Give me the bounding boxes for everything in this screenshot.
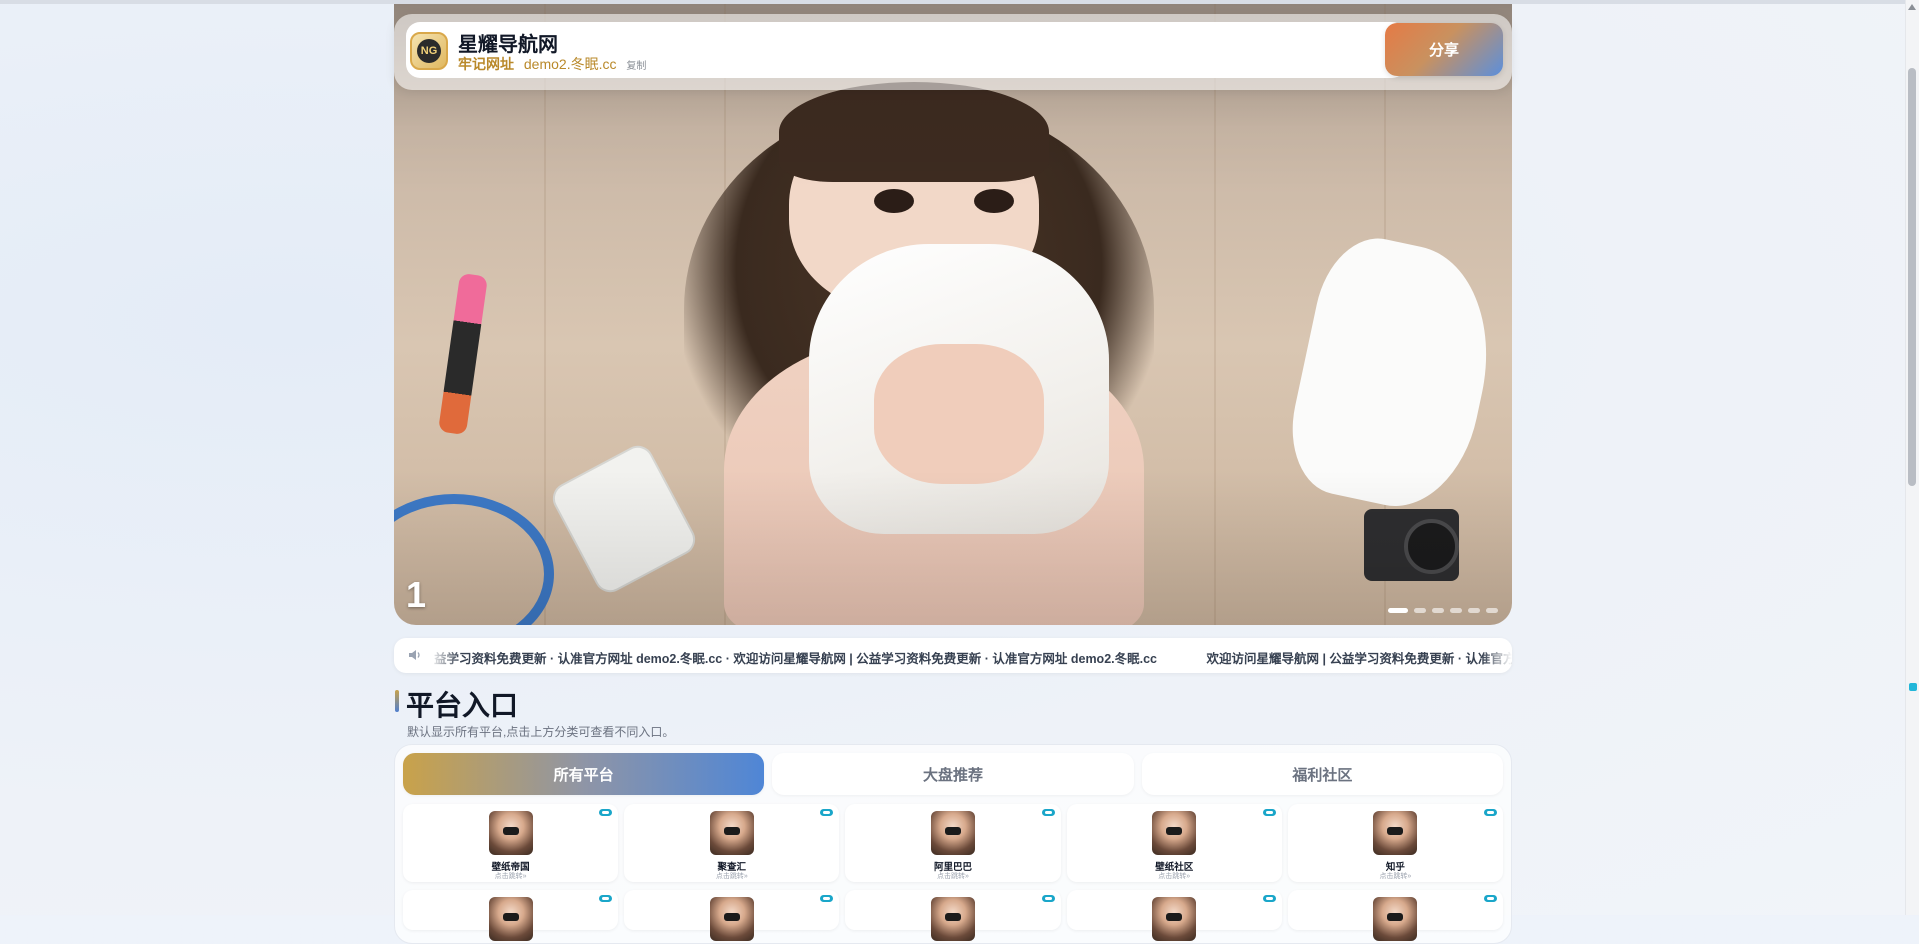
platform-card[interactable]: 阿里巴巴 点击跳转» xyxy=(845,804,1061,882)
slide-dots xyxy=(1388,608,1498,613)
site-logo[interactable]: NG xyxy=(410,32,448,70)
eye-icon xyxy=(1041,895,1055,902)
category-tabs: 所有平台 大盘推荐 福利社区 xyxy=(403,753,1503,795)
tab-all-platforms[interactable]: 所有平台 xyxy=(403,753,765,795)
platform-avatar xyxy=(1373,811,1418,855)
eye-icon xyxy=(1041,809,1055,816)
speaker-icon xyxy=(409,650,420,660)
eye-icon xyxy=(599,809,613,816)
section-title: 平台入口 xyxy=(406,690,519,721)
platform-hint: 点击跳转» xyxy=(494,873,527,880)
platform-avatar xyxy=(1152,811,1197,855)
platform-avatar xyxy=(1152,897,1197,941)
eye-icon xyxy=(1262,809,1276,816)
platform-card[interactable]: 聚查汇 点击跳转» xyxy=(624,804,840,882)
platform-card[interactable] xyxy=(845,890,1061,941)
platform-card[interactable] xyxy=(1287,890,1503,941)
platform-avatar xyxy=(930,897,975,941)
slide-dot-6[interactable] xyxy=(1486,608,1498,613)
section-description: 默认显示所有平台,点击上方分类可查看不同入口。 xyxy=(407,725,675,739)
platform-panel: 所有平台 大盘推荐 福利社区 壁纸帝国 点击跳转» 聚查汇 点击跳转» 阿里巴巴 xyxy=(394,744,1512,944)
platform-avatar xyxy=(488,811,533,855)
platform-grid: 壁纸帝国 点击跳转» 聚查汇 点击跳转» 阿里巴巴 点击跳转» 壁纸社区 点击跳… xyxy=(403,804,1503,941)
slide-dot-4[interactable] xyxy=(1450,608,1462,613)
slide-number: 1 xyxy=(406,574,427,615)
header-info-box: NG 星耀导航网 牢记网址 demo2.冬眠.cc 复制 xyxy=(406,22,1406,78)
platform-avatar xyxy=(1373,897,1418,941)
marquee-fade-left xyxy=(430,638,460,673)
tab-welfare-community[interactable]: 福利社区 xyxy=(1141,753,1503,795)
platform-avatar xyxy=(488,897,533,941)
remember-label: 牢记网址 xyxy=(458,56,514,72)
platform-card[interactable] xyxy=(624,890,840,941)
share-button[interactable]: 分享 xyxy=(1385,23,1503,76)
tab-recommended[interactable]: 大盘推荐 xyxy=(772,753,1134,795)
eye-icon xyxy=(599,895,613,902)
scrollbar-thumb[interactable] xyxy=(1908,68,1916,486)
platform-card[interactable]: 壁纸帝国 点击跳转» xyxy=(403,804,619,882)
platform-card[interactable] xyxy=(403,890,619,941)
platform-avatar xyxy=(709,811,754,855)
slide-dot-1[interactable] xyxy=(1388,608,1408,613)
hero-slider[interactable]: 1 xyxy=(394,4,1512,625)
section-accent-bar xyxy=(395,690,399,712)
platform-avatar xyxy=(930,811,975,855)
marquee-item: 益学习资料免费更新 · 认准官方网址 demo2.冬眠.cc · 欢迎访问星耀导… xyxy=(434,652,1157,666)
site-domain: demo2.冬眠.cc xyxy=(523,56,617,72)
eye-icon xyxy=(1483,809,1497,816)
platform-hint: 点击跳转» xyxy=(715,873,748,880)
scroll-up-arrow-icon[interactable] xyxy=(1908,4,1916,10)
logo-mark: NG xyxy=(417,39,441,63)
hero-vignette xyxy=(394,4,1512,625)
site-title: 星耀导航网 xyxy=(458,34,558,56)
notice-marquee: 益学习资料免费更新 · 认准官方网址 demo2.冬眠.cc · 欢迎访问星耀导… xyxy=(394,638,1512,673)
platform-card[interactable]: 壁纸社区 点击跳转» xyxy=(1066,804,1282,882)
slide-dot-5[interactable] xyxy=(1468,608,1480,613)
platform-avatar xyxy=(709,897,754,941)
site-address-line: 牢记网址 demo2.冬眠.cc 复制 xyxy=(458,54,646,74)
platform-hint: 点击跳转» xyxy=(1379,873,1412,880)
eye-icon xyxy=(820,895,834,902)
slide-dot-2[interactable] xyxy=(1414,608,1426,613)
platform-card[interactable] xyxy=(1066,890,1282,941)
page-scrollbar[interactable] xyxy=(1905,0,1919,915)
platform-hint: 点击跳转» xyxy=(1158,873,1191,880)
platform-hint: 点击跳转» xyxy=(937,873,969,880)
slide-dot-3[interactable] xyxy=(1432,608,1444,613)
marquee-track: 益学习资料免费更新 · 认准官方网址 demo2.冬眠.cc · 欢迎访问星耀导… xyxy=(434,648,1512,667)
copy-button[interactable]: 复制 xyxy=(626,61,646,72)
eye-icon xyxy=(820,809,834,816)
marquee-item: 欢迎访问星耀导航网 | 公益学习资料免费更新 · 认准官方 xyxy=(1206,652,1512,666)
scroll-marker-icon xyxy=(1909,683,1917,691)
eye-icon xyxy=(1483,895,1497,902)
marquee-fade-right xyxy=(1482,638,1512,673)
site-header: NG 星耀导航网 牢记网址 demo2.冬眠.cc 复制 分享 xyxy=(394,14,1512,90)
eye-icon xyxy=(1262,895,1276,902)
platform-card[interactable]: 知乎 点击跳转» xyxy=(1287,804,1503,882)
